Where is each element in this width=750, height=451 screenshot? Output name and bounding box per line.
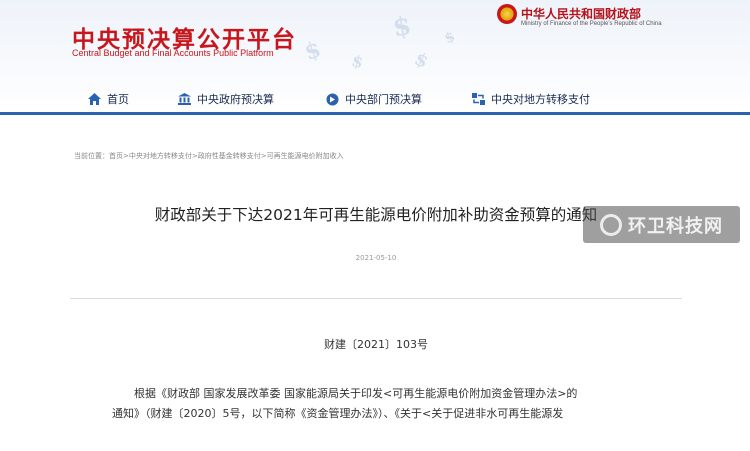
article-body: 根据《财政部 国家发展改革委 国家能源局关于印发<可再生能源电价附加资金管理办法…	[112, 384, 652, 424]
page-bottom-area	[0, 423, 750, 451]
nav-item-home[interactable]: 首页	[88, 90, 129, 108]
watermark: 环卫科技网	[583, 206, 740, 243]
dollar-sign-decoration: $	[442, 28, 458, 48]
transfer-icon	[472, 93, 485, 105]
nav-item-central-government-budget[interactable]: 中央政府预决算	[178, 90, 274, 108]
ministry-logo[interactable]: 中华人民共和国财政部 Ministry of Finance of the Pe…	[497, 4, 697, 30]
home-icon	[88, 93, 101, 105]
nav-item-label: 首页	[107, 93, 129, 106]
bank-icon	[178, 93, 191, 105]
nav-item-label: 中央政府预决算	[197, 93, 274, 106]
content-divider	[70, 298, 682, 299]
nav-item-central-department-budget[interactable]: 中央部门预决算	[326, 90, 422, 108]
breadcrumb[interactable]: 当前位置：首页>中央对地方转移支付>政府性基金转移支付>可再生能源电价附加收入	[74, 151, 344, 161]
document-number: 财建〔2021〕103号	[324, 338, 428, 351]
dollar-sign-decoration: $	[301, 36, 325, 66]
dollar-sign-decoration: $	[390, 10, 414, 44]
body-line: 通知》（财建〔2020〕5号，以下简称《资金管理办法》）、《关于<关于促进非水可…	[112, 407, 564, 420]
watermark-logo-icon	[600, 213, 622, 236]
watermark-text: 环卫科技网	[628, 215, 723, 237]
dollar-sign-decoration: $	[349, 50, 366, 73]
dollar-sign-decoration: $	[411, 48, 432, 73]
national-emblem-icon	[497, 4, 517, 24]
nav-item-label: 中央对地方转移支付	[491, 93, 590, 106]
ministry-name-en: Ministry of Finance of the People's Repu…	[521, 21, 662, 27]
body-line: 根据《财政部 国家发展改革委 国家能源局关于印发<可再生能源电价附加资金管理办法…	[134, 387, 578, 400]
main-nav: 首页 中央政府预决算 中央部门预决算 中央对地方转移支付	[0, 86, 750, 112]
article-date: 2021-05-10	[355, 254, 397, 262]
ministry-name-cn: 中华人民共和国财政部	[521, 7, 642, 21]
globe-icon	[326, 93, 339, 105]
nav-item-label: 中央部门预决算	[345, 93, 422, 106]
nav-item-transfer-payment[interactable]: 中央对地方转移支付	[472, 90, 590, 108]
site-logo-subtitle: Central Budget and Final Accounts Public…	[72, 48, 274, 58]
article-panel: 当前位置：首页>中央对地方转移支付>政府性基金转移支付>可再生能源电价附加收入 …	[70, 115, 682, 435]
